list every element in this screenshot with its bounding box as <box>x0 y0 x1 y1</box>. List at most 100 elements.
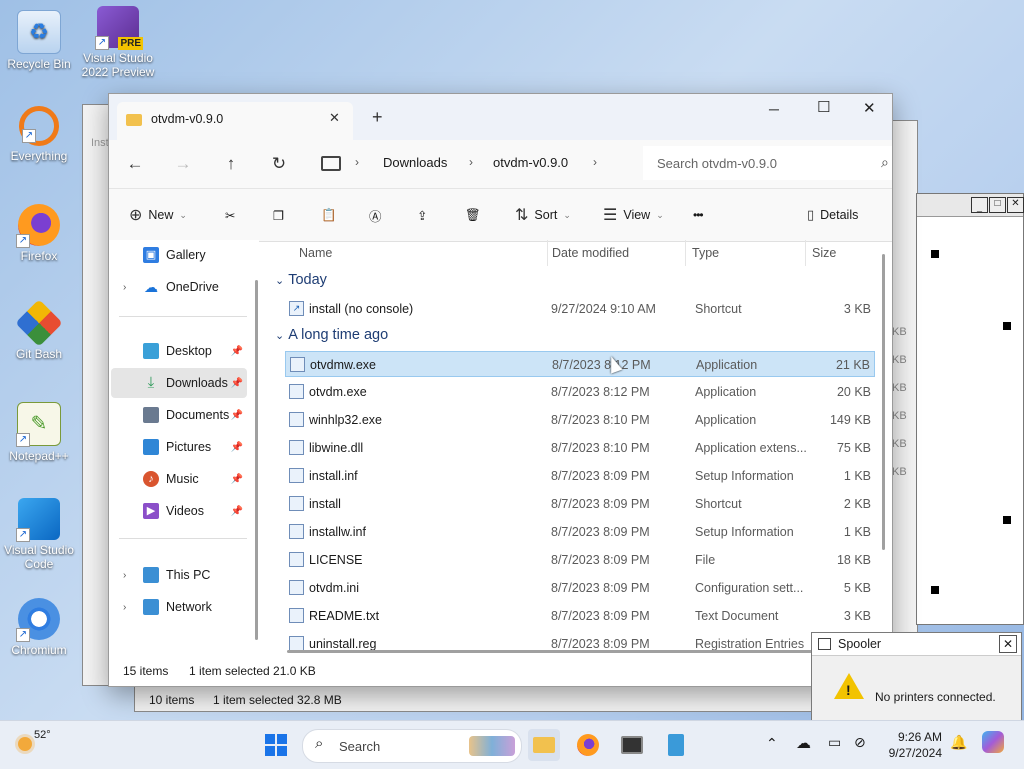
show-hidden-icons-chevron-icon[interactable]: ⌃ <box>766 735 778 752</box>
new-button[interactable]: ⊕ New ⌄ <box>129 205 187 225</box>
breadcrumb-chevron-icon: › <box>469 155 473 169</box>
file-row[interactable]: ↗ install (no console) 9/27/2024 9:10 AM… <box>285 296 875 322</box>
spooler-close-button[interactable]: ✕ <box>999 635 1017 653</box>
start-button[interactable] <box>260 729 292 761</box>
desktop-icon-everything[interactable]: ↗ Everything <box>1 106 77 163</box>
tab-close-icon[interactable]: ✕ <box>329 110 340 126</box>
file-row[interactable]: install.inf 8/7/2023 8:09 PM Setup Informa… <box>285 463 875 489</box>
sidebar-item-network[interactable]: › Network <box>111 592 247 622</box>
file-icon <box>289 580 304 595</box>
file-name: installw.inf <box>309 525 366 539</box>
file-row[interactable]: otvdm.exe 8/7/2023 8:12 PM Application 20 K… <box>285 379 875 405</box>
paste-icon[interactable]: 📋 <box>321 205 337 225</box>
close-icon[interactable]: ✕ <box>1007 197 1024 213</box>
refresh-icon[interactable]: ↻ <box>267 152 291 176</box>
gallery-icon: ▣ <box>143 247 159 263</box>
title-bar[interactable]: otvdm-v0.9.0 ✕ + ─ ☐ ✕ <box>109 94 892 140</box>
breadcrumb-downloads[interactable]: Downloads <box>383 155 447 170</box>
delete-icon[interactable]: 🗑 <box>465 205 481 225</box>
file-icon <box>290 357 305 372</box>
rename-icon[interactable]: Ⓐ <box>369 205 382 225</box>
column-header-date[interactable]: Date modified <box>547 240 629 266</box>
spooler-title-bar[interactable]: Spooler ✕ <box>812 633 1021 656</box>
minimize-icon[interactable]: _ <box>971 197 988 213</box>
breadcrumb[interactable]: › Downloads › otvdm-v0.9.0 › <box>313 146 631 180</box>
search-input[interactable]: Search otvdm-v0.9.0 <box>657 156 777 171</box>
sidebar-item-this-pc[interactable]: › This PC <box>111 560 247 590</box>
notification-bell-icon[interactable]: 🔔 <box>950 734 967 751</box>
group-header-long-ago[interactable]: ⌄ A long time ago <box>275 327 388 343</box>
view-button[interactable]: ☰ View ⌄ <box>603 205 664 225</box>
up-arrow-icon[interactable]: ↑ <box>219 152 243 176</box>
file-row[interactable]: winhlp32.exe 8/7/2023 8:10 PM Application 1… <box>285 407 875 433</box>
copy-icon[interactable]: ❐ <box>273 205 284 225</box>
minimize-button[interactable]: ─ <box>769 101 779 117</box>
taskbar-notepad[interactable] <box>660 729 692 761</box>
file-row[interactable]: LICENSE 8/7/2023 8:09 PM File 18 KB <box>285 547 875 573</box>
sidebar-item-documents[interactable]: Documents 📌 <box>111 400 247 430</box>
maximize-icon[interactable]: □ <box>989 197 1006 213</box>
desktop-icon-git-bash[interactable]: Git Bash <box>1 299 77 361</box>
file-row[interactable]: installw.inf 8/7/2023 8:09 PM Setup Inform… <box>285 519 875 545</box>
file-row[interactable]: libwine.dll 8/7/2023 8:10 PM Application e… <box>285 435 875 461</box>
desktop-icon-recycle-bin[interactable]: ♻ Recycle Bin <box>1 10 77 71</box>
column-header-type[interactable]: Type <box>685 240 719 266</box>
forward-arrow-icon[interactable]: → <box>171 152 195 176</box>
sidebar-item-downloads[interactable]: ⤓ Downloads 📌 <box>111 368 247 398</box>
taskbar-search-box[interactable]: ⌕ Search <box>302 729 522 763</box>
desktop-icon-chromium[interactable]: ↗ Chromium <box>1 598 77 657</box>
file-row[interactable]: install 8/7/2023 8:09 PM Shortcut 2 KB <box>285 491 875 517</box>
sidebar-scrollbar[interactable] <box>255 280 258 640</box>
group-header-today[interactable]: ⌄ Today <box>275 272 327 288</box>
desktop-icon-visual-studio[interactable]: PRE ↗ Visual Studio 2022 Preview <box>80 6 156 79</box>
sidebar-item-onedrive[interactable]: › ☁ OneDrive <box>111 272 247 302</box>
chevron-down-icon: ⌄ <box>275 275 285 287</box>
file-row[interactable]: otvdm.ini 8/7/2023 8:09 PM Configuration s… <box>285 575 875 601</box>
spooler-dialog[interactable]: Spooler ✕ ! No printers connected. <box>811 632 1022 722</box>
display-icon[interactable]: ▭ <box>828 734 841 751</box>
file-size: 75 KB <box>836 441 871 455</box>
column-header-name[interactable]: Name <box>299 240 332 266</box>
sidebar-item-music[interactable]: ♪ Music 📌 <box>111 464 247 494</box>
content-scrollbar[interactable] <box>882 254 885 550</box>
desktop-icon-vscode[interactable]: ↗ Visual Studio Code <box>1 498 77 571</box>
back-arrow-icon[interactable]: ← <box>123 152 147 176</box>
network-status-icon[interactable]: ⊘ <box>854 734 866 751</box>
sidebar-item-videos[interactable]: ▶ Videos 📌 <box>111 496 247 526</box>
horizontal-scrollbar[interactable] <box>287 650 877 653</box>
file-row-selected[interactable]: otvdmw.exe 8/7/2023 8:12 PM Application 21 … <box>285 351 875 377</box>
taskbar-file-explorer[interactable] <box>528 729 560 761</box>
sidebar-item-desktop[interactable]: Desktop 📌 <box>111 336 247 366</box>
copilot-icon[interactable] <box>982 731 1004 753</box>
chevron-down-icon: ⌄ <box>275 330 285 342</box>
cloud-offline-icon[interactable]: ☁ <box>796 734 811 752</box>
weather-widget[interactable]: 52° <box>14 727 74 763</box>
maximize-button[interactable]: ☐ <box>817 98 830 116</box>
sidebar-item-pictures[interactable]: Pictures 📌 <box>111 432 247 462</box>
desktop-icon-firefox[interactable]: ↗ Firefox <box>1 204 77 263</box>
share-icon[interactable]: ⇪ <box>417 205 427 225</box>
sort-button[interactable]: ⇅ Sort ⌄ <box>515 205 571 225</box>
new-tab-button[interactable]: + <box>372 107 383 128</box>
file-row[interactable]: README.txt 8/7/2023 8:09 PM Text Document 3… <box>285 603 875 629</box>
tab-otvdm[interactable]: otvdm-v0.9.0 ✕ <box>117 102 353 140</box>
background-window-canvas[interactable]: _ □ ✕ <box>916 193 1024 625</box>
file-size: 18 KB <box>836 553 871 567</box>
details-button[interactable]: ▯ Details <box>807 205 858 225</box>
taskbar-terminal[interactable] <box>616 729 648 761</box>
sidebar-item-gallery[interactable]: ▣ Gallery <box>111 240 247 270</box>
search-box[interactable]: Search otvdm-v0.9.0 ⌕ <box>643 146 892 180</box>
desktop-icon-notepad-plus-plus[interactable]: ✎ ↗ Notepad++ <box>1 402 77 463</box>
file-date: 8/7/2023 8:09 PM <box>551 609 650 623</box>
file-explorer-window[interactable]: otvdm-v0.9.0 ✕ + ─ ☐ ✕ ← → ↑ ↻ › Downloa… <box>108 93 893 687</box>
vscode-icon: ↗ <box>16 498 60 542</box>
clock[interactable]: 9:26 AM 9/27/2024 <box>880 729 942 761</box>
column-header-size[interactable]: Size <box>805 240 836 266</box>
taskbar-firefox[interactable] <box>572 729 604 761</box>
close-button[interactable]: ✕ <box>863 99 876 117</box>
cut-icon[interactable]: ✂ <box>225 205 235 225</box>
file-date: 8/7/2023 8:12 PM <box>552 358 651 372</box>
breadcrumb-current[interactable]: otvdm-v0.9.0 <box>493 155 568 170</box>
file-row[interactable]: uninstall.reg 8/7/2023 8:09 PM Registratio… <box>285 631 875 650</box>
more-options-button[interactable]: ••• <box>693 205 704 225</box>
